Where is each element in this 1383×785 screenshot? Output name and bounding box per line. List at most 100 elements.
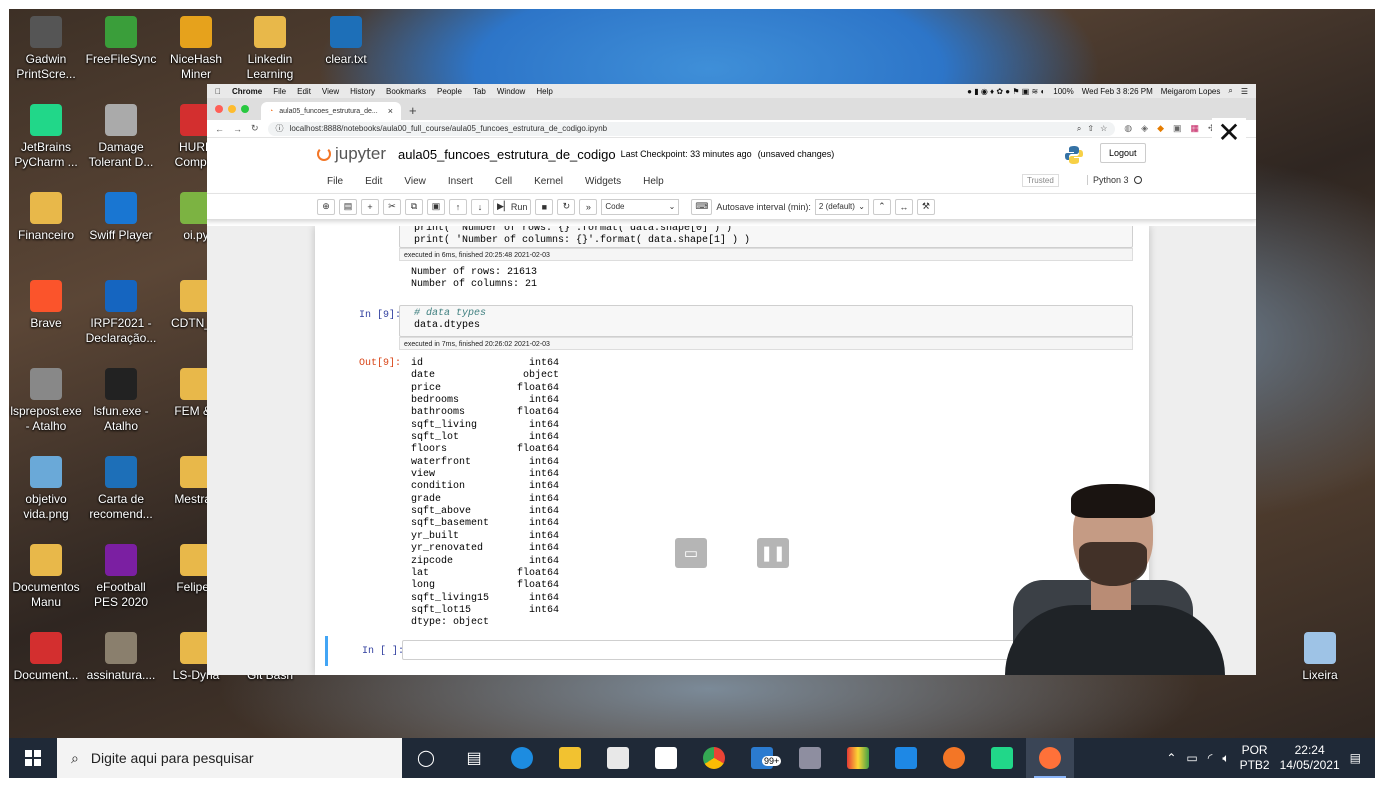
- desktop-icon[interactable]: assinatura....: [83, 632, 159, 683]
- toggle-header-button[interactable]: ⊕: [317, 198, 335, 215]
- stop-icon[interactable]: ■: [535, 198, 554, 215]
- mac-menu-history[interactable]: History: [350, 87, 375, 96]
- menu-widgets[interactable]: Widgets: [585, 176, 621, 187]
- task-view-icon[interactable]: ▤: [450, 738, 498, 778]
- spotlight-icon[interactable]: ⌕: [1228, 86, 1232, 96]
- app-menu[interactable]: Chrome: [232, 87, 262, 96]
- menu-file[interactable]: File: [327, 176, 343, 187]
- desktop-icon[interactable]: Brave: [8, 280, 84, 331]
- info-icon[interactable]: ⓘ: [276, 123, 284, 134]
- firefox-icon[interactable]: [1026, 738, 1074, 778]
- desktop-icon[interactable]: lsfun.exe - Atalho: [83, 368, 159, 434]
- mac-menu-file[interactable]: File: [273, 87, 286, 96]
- restart-icon[interactable]: ↻: [557, 198, 576, 215]
- desktop-icon[interactable]: Document...: [8, 632, 84, 683]
- vscode-icon[interactable]: [882, 738, 930, 778]
- move-up-icon[interactable]: ↑: [449, 198, 467, 215]
- code-cell-input[interactable]: print( 'Number of rows: {}'.format( data…: [399, 226, 1133, 248]
- clock[interactable]: 22:24 14/05/2021: [1280, 743, 1340, 773]
- jupyter-app-icon[interactable]: [930, 738, 978, 778]
- chevron-up-icon[interactable]: ⌃: [1166, 751, 1176, 765]
- collapse-up-icon[interactable]: ⌃: [872, 198, 891, 215]
- expand-width-icon[interactable]: ↔: [894, 198, 913, 215]
- desktop-icon[interactable]: Swiff Player: [83, 192, 159, 243]
- close-window-button[interactable]: [215, 105, 223, 113]
- bookmark-star-icon[interactable]: ☆: [1100, 124, 1107, 133]
- code-cell-input[interactable]: # data types data.dtypes: [399, 305, 1133, 337]
- volume-icon[interactable]: 🔈︎: [1222, 751, 1229, 766]
- trusted-indicator[interactable]: Trusted: [1022, 174, 1059, 187]
- extension-icon[interactable]: ◈: [1141, 123, 1148, 134]
- reload-icon[interactable]: ↻: [251, 123, 259, 134]
- pause-icon[interactable]: ❚❚: [757, 538, 789, 568]
- mac-menu-bookmarks[interactable]: Bookmarks: [386, 87, 426, 96]
- extension-icon[interactable]: ▦: [1191, 123, 1200, 134]
- share-icon[interactable]: ⇧: [1087, 124, 1094, 133]
- maximize-window-button[interactable]: [241, 105, 249, 113]
- notification-icon[interactable]: ▤: [1350, 751, 1361, 765]
- mac-menu-people[interactable]: People: [437, 87, 462, 96]
- url-field[interactable]: ⓘ localhost:8888/notebooks/aula00_full_c…: [267, 121, 1116, 136]
- battery-icon[interactable]: ▭: [1186, 751, 1197, 765]
- jupyter-logo[interactable]: jupyter: [317, 144, 386, 164]
- desktop-icon[interactable]: objetivo vida.png: [8, 456, 84, 522]
- pycharm-icon[interactable]: [978, 738, 1026, 778]
- mail-icon[interactable]: 99+: [738, 738, 786, 778]
- menu-cell[interactable]: Cell: [495, 176, 512, 187]
- extension-icon[interactable]: ◆: [1157, 123, 1164, 134]
- copy-icon[interactable]: ⧉: [405, 198, 423, 215]
- back-icon[interactable]: ←: [215, 124, 224, 134]
- desktop-icon[interactable]: Linkedin Learning: [232, 16, 308, 82]
- desktop-icon[interactable]: Documentos Manu: [8, 544, 84, 610]
- desktop-icon[interactable]: clear.txt: [308, 16, 384, 67]
- status-icons[interactable]: ● ▮ ◉ ♦ ✿ ● ⚑ ▣ ≋ ◐: [967, 87, 1045, 96]
- mac-menu-window[interactable]: Window: [497, 87, 525, 96]
- autosave-select[interactable]: 2 (default) ⌄: [814, 198, 869, 215]
- minimize-window-button[interactable]: [228, 105, 236, 113]
- desktop-icon[interactable]: eFootball PES 2020: [83, 544, 159, 610]
- desktop-icon[interactable]: NiceHash Miner: [158, 16, 234, 82]
- mac-menu-edit[interactable]: Edit: [297, 87, 311, 96]
- paste-icon[interactable]: ▣: [427, 198, 445, 215]
- mac-menu-tab[interactable]: Tab: [473, 87, 486, 96]
- run-button[interactable]: ▶▏ Run: [493, 198, 532, 215]
- menu-kernel[interactable]: Kernel: [534, 176, 563, 187]
- app-icon[interactable]: [786, 738, 834, 778]
- language-indicator[interactable]: POR PTB2: [1240, 743, 1270, 773]
- app-icon[interactable]: [834, 738, 882, 778]
- wrench-icon[interactable]: ⚒: [916, 198, 935, 215]
- menu-view[interactable]: View: [404, 176, 426, 187]
- desktop-icon[interactable]: Damage Tolerant D...: [83, 104, 159, 170]
- insert-cell-icon[interactable]: +: [361, 198, 379, 215]
- code-cell-input[interactable]: [402, 640, 1032, 660]
- mac-menu-view[interactable]: View: [322, 87, 339, 96]
- desktop-icon[interactable]: Financeiro: [8, 192, 84, 243]
- mac-menu-help[interactable]: Help: [536, 87, 552, 96]
- store-icon[interactable]: [642, 738, 690, 778]
- menu-help[interactable]: Help: [643, 176, 664, 187]
- start-button[interactable]: [9, 738, 57, 778]
- desktop-icon[interactable]: IRPF2021 - Declaração...: [83, 280, 159, 346]
- save-icon[interactable]: ▤: [339, 198, 357, 215]
- browser-tab[interactable]: ◔ aula05_funcoes_estrutura_de... ×: [261, 102, 401, 120]
- logout-button[interactable]: Logout: [1100, 143, 1146, 163]
- edge-icon[interactable]: [498, 738, 546, 778]
- restart-run-all-icon[interactable]: »: [579, 198, 598, 215]
- menu-edit[interactable]: Edit: [365, 176, 382, 187]
- taskbar-search[interactable]: ⌕ Digite aqui para pesquisar: [57, 738, 402, 778]
- cut-icon[interactable]: ✂: [383, 198, 401, 215]
- desktop-icon[interactable]: Gadwin PrintScre...: [8, 16, 84, 82]
- keyboard-icon[interactable]: ⌨: [691, 198, 713, 215]
- wifi-icon[interactable]: ◜: [1208, 751, 1213, 765]
- control-center-icon[interactable]: ☰: [1241, 87, 1248, 96]
- forward-icon[interactable]: →: [233, 124, 242, 134]
- cell-type-select[interactable]: Code ⌄: [601, 198, 680, 215]
- cortana-icon[interactable]: ◯: [402, 738, 450, 778]
- desktop-icon[interactable]: Carta de recomend...: [83, 456, 159, 522]
- mac-username[interactable]: Meigarom Lopes: [1161, 87, 1221, 96]
- screen-share-icon[interactable]: ▭: [675, 538, 707, 568]
- extension-icon[interactable]: ▣: [1173, 123, 1182, 134]
- new-tab-button[interactable]: +: [409, 102, 417, 120]
- zoom-icon[interactable]: ⌕: [1077, 124, 1081, 134]
- tab-close-icon[interactable]: ×: [388, 106, 393, 116]
